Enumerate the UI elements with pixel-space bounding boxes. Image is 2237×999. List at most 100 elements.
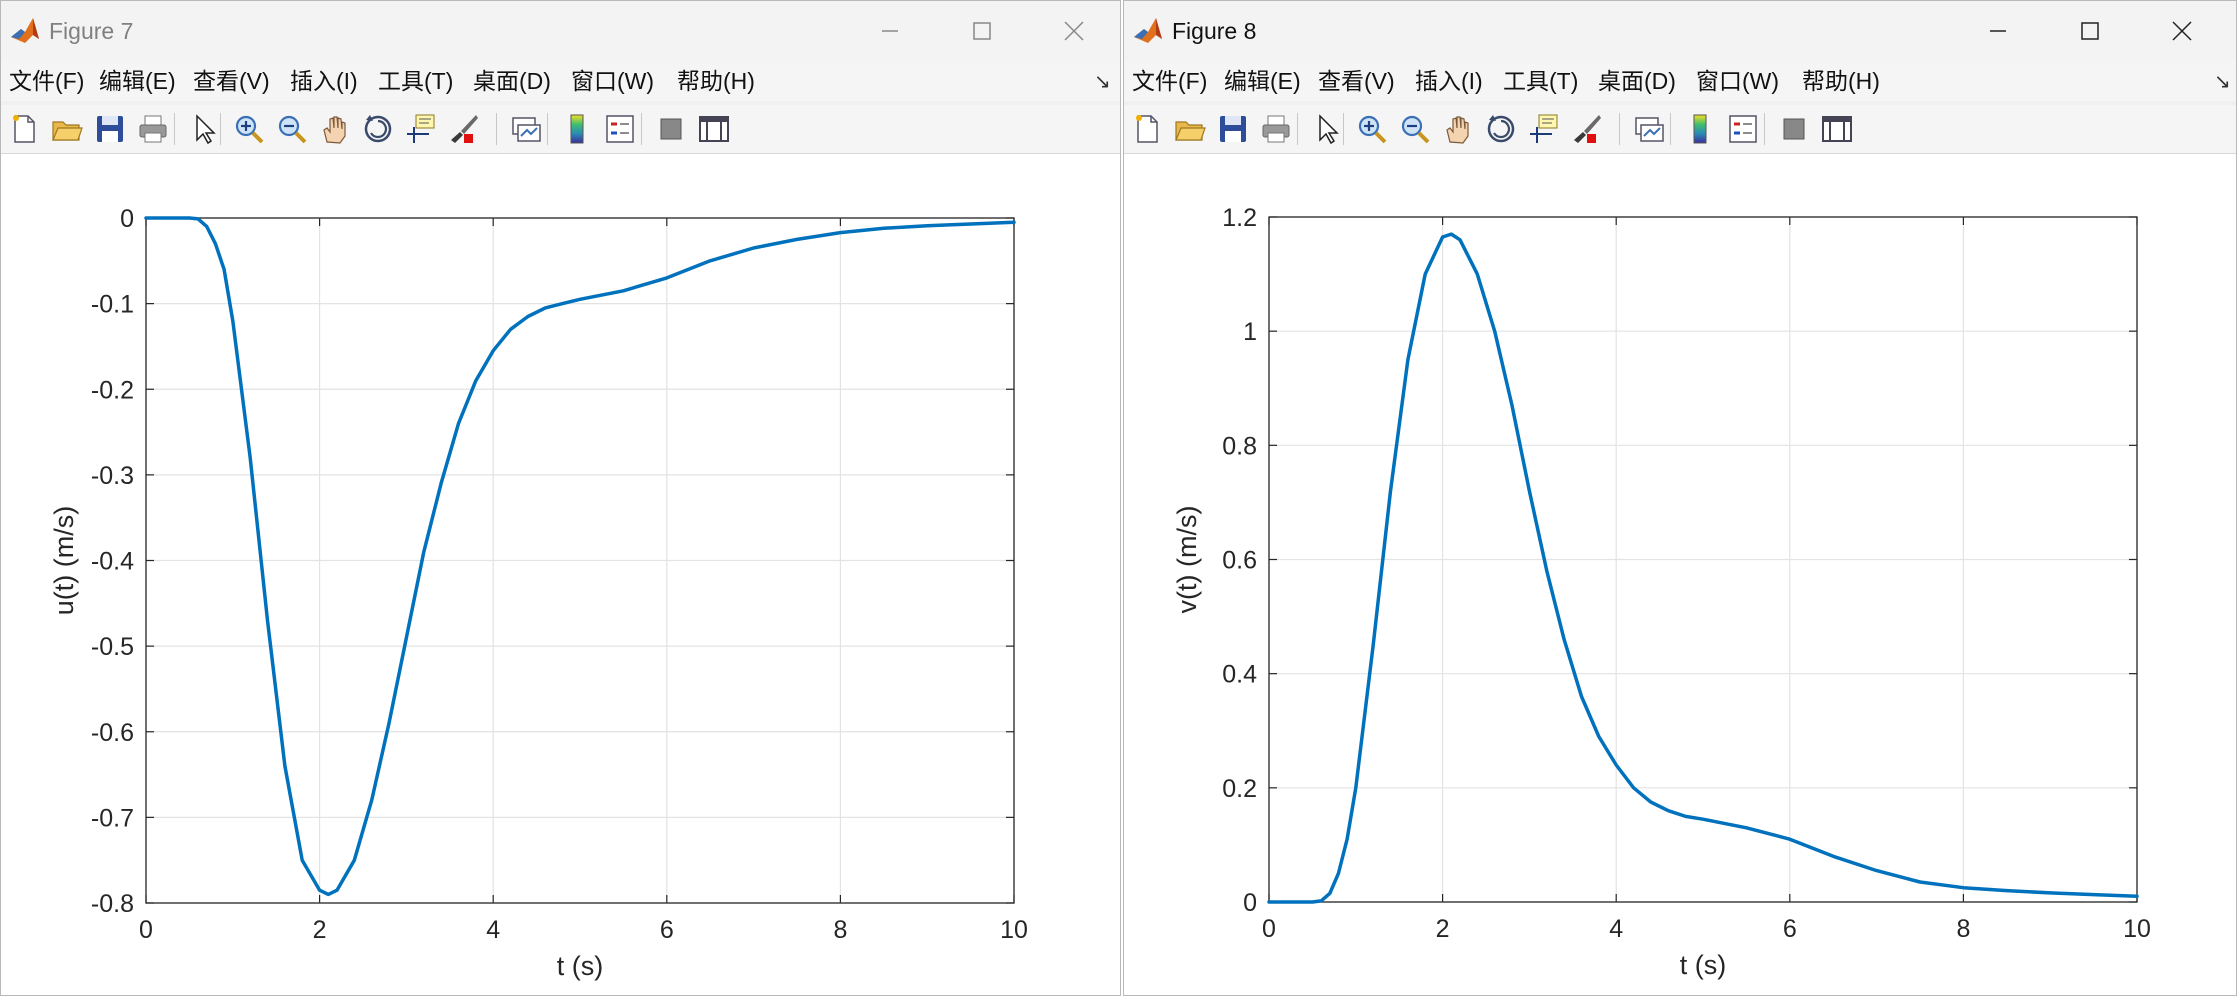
new-file-icon[interactable] (7, 112, 41, 146)
menu-tools[interactable]: 工具(T) (378, 67, 453, 95)
menu-window[interactable]: 窗口(W) (571, 67, 654, 95)
colorbar-icon[interactable] (1683, 112, 1717, 146)
hide-plot-tools-icon[interactable] (654, 112, 688, 146)
menu-help[interactable]: 帮助(H) (677, 67, 755, 95)
menu-help[interactable]: 帮助(H) (1802, 67, 1880, 95)
legend-icon[interactable] (1726, 112, 1760, 146)
menu-overflow-icon[interactable]: ↘ (2214, 69, 2231, 94)
menu-desktop[interactable]: 桌面(D) (1598, 67, 1676, 95)
open-folder-icon[interactable] (1173, 112, 1207, 146)
rotate-3d-icon[interactable] (1484, 112, 1518, 146)
pointer-icon[interactable] (1310, 112, 1344, 146)
y-tick-label: -0.3 (91, 462, 134, 490)
maximize-icon (2081, 22, 2099, 40)
matlab-logo-icon (11, 18, 39, 43)
figure-7-window[interactable]: Figure 7 文件(F) 编辑(E) 查看(V) 插入(I) 工具(T) 桌… (0, 0, 1121, 996)
save-icon[interactable] (93, 112, 127, 146)
minimize-button[interactable] (1952, 1, 2044, 61)
x-tick-label: 8 (1956, 915, 1970, 943)
figure-8-window[interactable]: Figure 8 文件(F) 编辑(E) 查看(V) 插入(I) 工具(T) 桌… (1123, 0, 2237, 996)
menu-desktop[interactable]: 桌面(D) (473, 67, 551, 95)
data-tips-icon[interactable] (404, 112, 438, 146)
y-tick-label: 0.4 (1222, 661, 1257, 689)
toolbar-separator (1343, 113, 1344, 145)
data-tips-icon[interactable] (1527, 112, 1561, 146)
title-bar[interactable]: Figure 7 (1, 1, 1120, 61)
link-plot-icon[interactable] (1632, 112, 1666, 146)
link-plot-icon[interactable] (509, 112, 543, 146)
pointer-icon[interactable] (187, 112, 221, 146)
matlab-logo-icon (1134, 18, 1162, 43)
menu-view[interactable]: 查看(V) (193, 67, 270, 95)
zoom-out-icon[interactable] (1398, 112, 1432, 146)
save-icon[interactable] (1216, 112, 1250, 146)
toolbar-separator (496, 113, 497, 145)
toolbar-separator (174, 113, 175, 145)
new-file-icon[interactable] (1130, 112, 1164, 146)
x-tick-label: 2 (313, 916, 327, 944)
y-tick-label: -0.2 (91, 376, 134, 404)
minimize-icon (882, 30, 898, 32)
maximize-icon (973, 22, 991, 40)
menu-insert[interactable]: 插入(I) (1415, 67, 1483, 95)
pan-hand-icon[interactable] (318, 112, 352, 146)
toolbar (1, 105, 1120, 154)
window-title: Figure 7 (49, 18, 134, 44)
hide-plot-tools-icon[interactable] (1777, 112, 1811, 146)
menu-file[interactable]: 文件(F) (9, 67, 84, 95)
zoom-in-icon[interactable] (232, 112, 266, 146)
toolbar-separator (547, 113, 548, 145)
show-plot-tools-icon[interactable] (1820, 112, 1854, 146)
close-button[interactable] (1028, 1, 1120, 61)
toolbar-separator (1764, 113, 1765, 145)
x-tick-label: 2 (1436, 915, 1450, 943)
close-icon (2172, 21, 2192, 41)
u-plot[interactable]: 0 2 4 6 8 10 0 -0.1 -0.2 -0.3 -0.4 -0.5 -0.6 -0.7 -0.8… (1, 154, 1120, 996)
y-tick-label: 1.2 (1222, 204, 1257, 232)
maximize-button[interactable] (936, 1, 1028, 61)
v-plot[interactable]: 0 2 4 6 8 10 0 0.2 0.4 0.6 0.8 1 1.2 t (s) v(t) (m/s) (1124, 154, 2236, 996)
pan-hand-icon[interactable] (1441, 112, 1475, 146)
x-tick-label: 4 (1609, 915, 1623, 943)
x-tick-label: 4 (486, 916, 500, 944)
legend-icon[interactable] (603, 112, 637, 146)
y-axis-label: v(t) (m/s) (1172, 506, 1202, 614)
menu-bar: 文件(F) 编辑(E) 查看(V) 插入(I) 工具(T) 桌面(D) 窗口(W… (1, 61, 1120, 101)
close-icon (1064, 21, 1084, 41)
y-tick-label: -0.5 (91, 633, 134, 661)
maximize-button[interactable] (2044, 1, 2136, 61)
window-title: Figure 8 (1172, 18, 1257, 44)
menu-insert[interactable]: 插入(I) (290, 67, 358, 95)
colorbar-icon[interactable] (560, 112, 594, 146)
menu-view[interactable]: 查看(V) (1318, 67, 1395, 95)
x-axis-label: t (s) (1680, 950, 1727, 980)
show-plot-tools-icon[interactable] (697, 112, 731, 146)
open-folder-icon[interactable] (50, 112, 84, 146)
menu-overflow-icon[interactable]: ↘ (1094, 69, 1111, 94)
print-icon[interactable] (136, 112, 170, 146)
x-axis-label: t (s) (557, 951, 604, 981)
close-button[interactable] (2136, 1, 2228, 61)
menu-window[interactable]: 窗口(W) (1696, 67, 1779, 95)
x-tick-label: 6 (1783, 915, 1797, 943)
brush-icon[interactable] (447, 112, 481, 146)
figure-area: 0 2 4 6 8 10 0 0.2 0.4 0.6 0.8 1 1.2 t (s) v(t) (m/s) (1124, 154, 2236, 995)
brush-icon[interactable] (1570, 112, 1604, 146)
y-tick-label: 0.8 (1222, 432, 1257, 460)
zoom-in-icon[interactable] (1355, 112, 1389, 146)
zoom-out-icon[interactable] (275, 112, 309, 146)
y-tick-label: 0.2 (1222, 775, 1257, 803)
x-tick-label: 0 (1262, 915, 1276, 943)
menu-tools[interactable]: 工具(T) (1503, 67, 1578, 95)
title-bar[interactable]: Figure 8 (1124, 1, 2236, 61)
print-icon[interactable] (1259, 112, 1293, 146)
minimize-button[interactable] (844, 1, 936, 61)
menu-edit[interactable]: 编辑(E) (1224, 67, 1301, 95)
menu-file[interactable]: 文件(F) (1132, 67, 1207, 95)
toolbar-separator (1670, 113, 1671, 145)
menu-edit[interactable]: 编辑(E) (99, 67, 176, 95)
x-tick-label: 6 (660, 916, 674, 944)
y-tick-label: 0 (1243, 889, 1257, 917)
rotate-3d-icon[interactable] (361, 112, 395, 146)
toolbar-separator (1297, 113, 1298, 145)
